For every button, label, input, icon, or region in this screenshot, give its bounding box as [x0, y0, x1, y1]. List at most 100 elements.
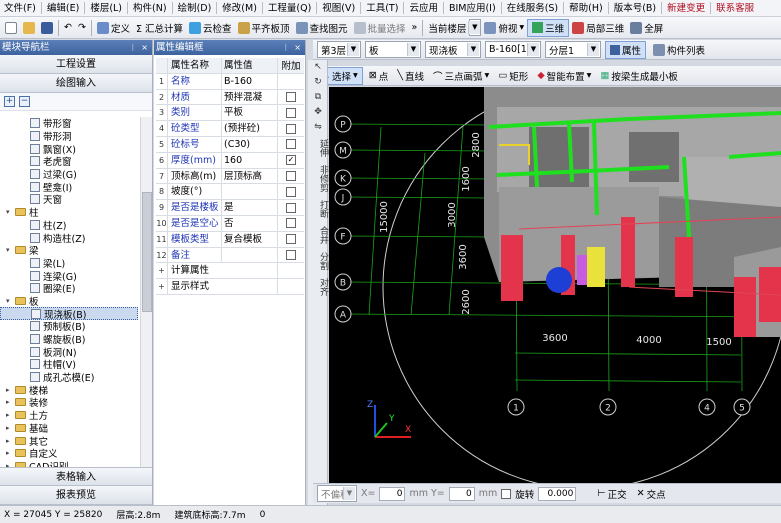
property-row[interactable]: 3 类别 平板: [156, 105, 304, 122]
tree-item[interactable]: 飘窗(X): [0, 142, 138, 156]
property-value[interactable]: 是: [222, 200, 278, 215]
pin-icon[interactable]: ᛁ: [283, 40, 288, 55]
new-file-button[interactable]: [2, 19, 20, 37]
find-element-button[interactable]: 查找图元: [293, 19, 351, 37]
fullscreen-button[interactable]: 全屏: [627, 19, 666, 37]
property-value[interactable]: 平板: [222, 105, 278, 121]
tree-item[interactable]: 带形窗: [0, 117, 138, 130]
property-value[interactable]: 复合模板: [222, 231, 278, 247]
modify-tool-button[interactable]: 非修剪: [308, 161, 328, 196]
modify-tool-button[interactable]: 打断: [308, 196, 328, 222]
summary-calc-button[interactable]: Σ 汇总计算: [133, 19, 186, 37]
rotate-input[interactable]: 0.000: [538, 486, 577, 501]
mirror-tool-icon[interactable]: ⇋: [308, 120, 328, 135]
report-preview-button[interactable]: 报表预览: [0, 486, 152, 505]
tree-item[interactable]: 带形洞: [0, 130, 138, 143]
property-row[interactable]: 4 砼类型 (预拌砼): [156, 121, 304, 137]
tree-item[interactable]: 预制板(B): [0, 320, 138, 333]
component-list-button[interactable]: 构件列表: [650, 41, 708, 59]
undo-button[interactable]: ↶: [61, 19, 75, 37]
project-setup-button[interactable]: 工程设置: [0, 55, 152, 74]
rotate-tool-icon[interactable]: ↻: [308, 75, 328, 90]
save-button[interactable]: [38, 19, 56, 37]
property-checkbox[interactable]: ✓: [286, 155, 296, 166]
y-input[interactable]: 0: [448, 486, 475, 501]
property-checkbox[interactable]: [286, 218, 296, 229]
flat-top-button[interactable]: 平齐板顶: [235, 19, 293, 37]
collapse-all-icon[interactable]: −: [19, 96, 30, 107]
tree-item[interactable]: ▾ 梁: [0, 244, 138, 257]
expand-toggle-icon[interactable]: ▸: [6, 386, 14, 394]
property-value[interactable]: (C30): [222, 136, 278, 152]
expand-toggle-icon[interactable]: ▸: [6, 449, 14, 457]
pointer-tool-icon[interactable]: ↖: [308, 60, 328, 75]
attribute-button[interactable]: 属性: [605, 40, 647, 59]
tree-item[interactable]: 圈梁(E): [0, 282, 138, 295]
tree-item[interactable]: 板洞(N): [0, 345, 138, 359]
cloud-check-button[interactable]: 云检查: [186, 19, 235, 37]
modify-tool-button[interactable]: 对齐: [308, 274, 328, 300]
property-checkbox[interactable]: [286, 139, 296, 150]
property-checkbox[interactable]: [286, 234, 296, 245]
menu-item[interactable]: 修改(M): [218, 0, 261, 16]
menu-item[interactable]: 版本号(B): [610, 0, 660, 16]
property-value[interactable]: 否: [222, 215, 278, 231]
menu-item[interactable]: 新建变更: [663, 0, 709, 16]
tree-item[interactable]: 柱(Z): [0, 219, 138, 232]
redo-button[interactable]: ↷: [75, 19, 89, 37]
property-row[interactable]: + 显示样式: [156, 279, 304, 295]
property-checkbox[interactable]: [286, 249, 296, 260]
menu-item[interactable]: 云应用: [405, 0, 442, 16]
expand-all-icon[interactable]: +: [4, 96, 15, 107]
copy-tool-icon[interactable]: ⧉: [308, 90, 328, 105]
property-row[interactable]: 10 是否是空心否: [156, 215, 304, 232]
menu-item[interactable]: 工程量(Q): [264, 0, 315, 16]
category-select[interactable]: 板 ▼: [365, 41, 421, 58]
property-row[interactable]: 12 备注: [156, 247, 304, 264]
drawing-input-button[interactable]: 绘图输入: [0, 74, 152, 93]
rotate-checkbox[interactable]: [501, 488, 512, 499]
x-input[interactable]: 0: [379, 486, 406, 501]
offset-mode-select[interactable]: 不偏移 ▼: [317, 485, 357, 502]
three-d-button[interactable]: 三维: [527, 18, 570, 37]
tree-item[interactable]: ▸ 装修: [0, 396, 138, 409]
menu-item[interactable]: 编辑(E): [43, 0, 83, 16]
view-mode-combo[interactable]: 俯视 ▾: [481, 19, 527, 37]
expand-toggle-icon[interactable]: ▸: [6, 437, 14, 445]
local-3d-button[interactable]: 局部三维: [569, 19, 627, 37]
floor-dropdown[interactable]: ▼: [468, 19, 482, 36]
menu-item[interactable]: 楼层(L): [86, 0, 126, 16]
point-button[interactable]: ⊠ 点: [366, 67, 391, 85]
property-row[interactable]: 11 模板类型 复合模板: [156, 231, 304, 248]
menu-item[interactable]: 绘制(D): [174, 0, 216, 16]
tree-item[interactable]: 过梁(G): [0, 168, 138, 181]
property-value[interactable]: 160: [222, 152, 278, 168]
tree-item[interactable]: 成孔芯模(E): [0, 371, 138, 384]
expand-toggle-icon[interactable]: ▾: [6, 246, 14, 254]
property-value[interactable]: [222, 247, 278, 263]
arc-button[interactable]: ⌒ 三点画弧 ▾: [430, 67, 492, 85]
layer-select[interactable]: 分层1 ▼: [545, 41, 601, 58]
component-name-select[interactable]: B-160[16 ▼: [485, 41, 541, 58]
tree-item[interactable]: 螺旋板(B): [0, 333, 138, 346]
modify-tool-button[interactable]: 合并: [308, 222, 328, 248]
menu-item[interactable]: 帮助(H): [565, 0, 607, 16]
property-value[interactable]: B-160: [222, 73, 278, 89]
component-type-select[interactable]: 现浇板 ▼: [425, 41, 481, 58]
menu-item[interactable]: 文件(F): [0, 0, 40, 16]
tree-item[interactable]: 壁龛(I): [0, 180, 138, 194]
tree-item[interactable]: ▸ 楼梯: [0, 383, 138, 397]
open-file-button[interactable]: [20, 19, 38, 37]
menu-item[interactable]: 构件(N): [129, 0, 171, 16]
tree-item[interactable]: 老虎窗: [0, 155, 138, 168]
smart-layout-button[interactable]: ◆ 智能布置 ▾: [534, 67, 594, 85]
property-checkbox[interactable]: [286, 107, 296, 118]
expand-toggle-icon[interactable]: ▾: [6, 208, 14, 216]
tree-item[interactable]: ▾ 板: [0, 295, 138, 308]
tree-item[interactable]: 天窗: [0, 193, 138, 206]
scrollbar-thumb[interactable]: [142, 192, 152, 312]
menu-item[interactable]: 联系客服: [712, 0, 758, 16]
property-row[interactable]: 2 材质 预拌混凝: [156, 89, 304, 106]
tree-item[interactable]: 构造柱(Z): [0, 231, 138, 245]
property-checkbox[interactable]: [286, 202, 296, 213]
